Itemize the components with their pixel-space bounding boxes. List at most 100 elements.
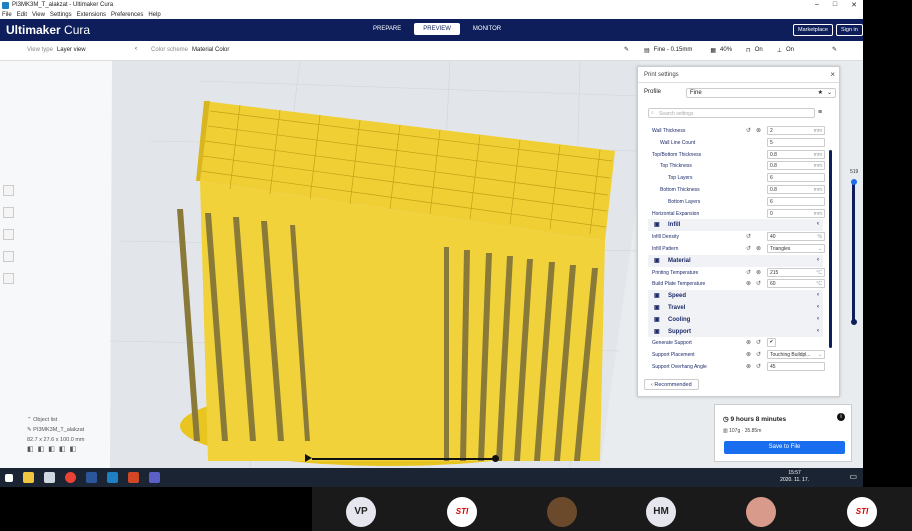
setting-value[interactable]: 0.8 mm	[767, 149, 825, 159]
object-name: ✎ PI3MK3M_T_alakzat	[27, 427, 85, 433]
reset-icon[interactable]: ↺	[756, 351, 761, 358]
teams-icon[interactable]	[149, 472, 160, 483]
object-list-toggle[interactable]: ⌃ Object list	[27, 415, 84, 425]
setting-value[interactable]: 0 mm	[767, 208, 825, 218]
maximize-button[interactable]: □	[833, 1, 837, 9]
link-icon[interactable]: ⊗	[746, 363, 751, 370]
file-explorer-icon[interactable]	[23, 472, 34, 483]
cura-taskbar-icon[interactable]	[107, 472, 118, 483]
setting-value[interactable]: 6	[767, 196, 825, 206]
category-support[interactable]: ▣ Support ‹	[648, 325, 823, 338]
view-orientation-icons[interactable]: ◧◧◧◧◧	[27, 445, 84, 455]
category-travel[interactable]: ▣ Travel ‹	[648, 301, 823, 314]
minimize-button[interactable]: –	[815, 1, 819, 9]
setting-value[interactable]: 6	[767, 173, 825, 183]
menu-file[interactable]: File	[2, 12, 12, 18]
settings-scrollbar[interactable]	[829, 150, 832, 348]
pencil-icon[interactable]: ✎	[624, 46, 629, 53]
color-scheme-label: Color scheme	[151, 47, 189, 53]
menu-view[interactable]: View	[32, 12, 45, 18]
setting-value[interactable]: 2 mm	[767, 126, 825, 135]
word-icon[interactable]	[86, 472, 97, 483]
store-icon[interactable]	[44, 472, 55, 483]
setting-value[interactable]: 5	[767, 137, 825, 147]
rotate-tool-icon[interactable]	[3, 229, 14, 240]
category-icon: ▣	[654, 304, 660, 311]
layer-slider-bottom-handle[interactable]	[851, 319, 857, 325]
setting-value[interactable]: 215 °C	[767, 267, 825, 277]
per-model-settings-icon[interactable]	[3, 273, 14, 284]
system-clock[interactable]: 15:57 2020. 11. 17.	[780, 470, 809, 484]
view-type-dropdown[interactable]: Layer view	[57, 47, 86, 53]
powerpoint-icon[interactable]	[128, 472, 139, 483]
category-infill[interactable]: ▣ Infill ‹	[648, 219, 823, 232]
notification-icon[interactable]: ▭	[849, 472, 857, 481]
search-settings-input[interactable]: ⌕ Search settings	[648, 108, 815, 118]
participant-avatar[interactable]	[547, 497, 577, 527]
menu-help[interactable]: Help	[148, 12, 160, 18]
move-tool-icon[interactable]	[3, 185, 14, 196]
setting-value[interactable]: 45	[767, 361, 825, 371]
recommended-button[interactable]: ‹ Recommended	[644, 379, 699, 390]
category-cooling[interactable]: ▣ Cooling ‹	[648, 313, 823, 326]
reset-icon[interactable]: ↺	[746, 233, 751, 240]
link-icon[interactable]: ⊗	[746, 351, 751, 358]
menu-edit[interactable]: Edit	[17, 12, 27, 18]
print-setup-summary[interactable]: ▤ Fine - 0.15mm ▦ 40% ⊓ On ⊥ On	[644, 47, 794, 54]
reset-icon[interactable]: ↺	[756, 363, 761, 370]
category-speed[interactable]: ▣ Speed ‹	[648, 290, 823, 302]
profile-label: Profile	[644, 89, 662, 95]
reset-icon[interactable]: ↺	[746, 127, 751, 134]
setting-value[interactable]: 40%	[767, 232, 825, 242]
participant-avatar[interactable]: STI	[847, 497, 877, 527]
layer-path-slider[interactable]	[312, 458, 497, 460]
participant-avatar[interactable]: STI	[447, 497, 477, 527]
reset-icon[interactable]: ↺	[756, 280, 761, 287]
layer-slider-top-handle[interactable]	[851, 179, 857, 185]
settings-menu-icon[interactable]: ≡	[818, 109, 822, 116]
link-icon[interactable]: ⊗	[756, 127, 761, 134]
scale-tool-icon[interactable]	[3, 207, 14, 218]
link-icon[interactable]: ⊗	[756, 245, 761, 252]
reset-icon[interactable]: ↺	[746, 269, 751, 276]
setting-value[interactable]: Triangles ⌄	[767, 243, 825, 253]
marketplace-button[interactable]: Marketplace	[793, 24, 833, 36]
close-icon[interactable]: ×	[830, 70, 835, 79]
layer-path-handle[interactable]	[492, 455, 499, 462]
participant-avatar[interactable]: HM	[646, 497, 676, 527]
reset-icon[interactable]: ↺	[746, 245, 751, 252]
start-icon[interactable]	[5, 473, 13, 482]
setting-checkbox[interactable]: ✔	[767, 338, 776, 348]
link-icon[interactable]: ⊗	[746, 280, 751, 287]
edit-setup-icon[interactable]: ✎	[832, 46, 837, 53]
menu-preferences[interactable]: Preferences	[111, 12, 143, 18]
category-material[interactable]: ▣ Material ‹	[648, 254, 823, 267]
setting-value[interactable]: 0.8 mm	[767, 184, 825, 194]
menu-extensions[interactable]: Extensions	[77, 12, 106, 18]
save-to-file-button[interactable]: Save to File	[724, 441, 845, 454]
color-scheme-dropdown[interactable]: Material Color	[192, 47, 229, 53]
participant-avatar[interactable]	[746, 497, 776, 527]
info-icon[interactable]: i	[837, 413, 845, 421]
layer-slider[interactable]	[852, 182, 855, 323]
play-simulation-icon[interactable]	[305, 454, 312, 462]
chevron-left-icon[interactable]: ‹	[135, 46, 137, 52]
tab-monitor[interactable]: MONITOR	[464, 23, 510, 35]
tab-preview[interactable]: PREVIEW	[414, 23, 460, 35]
menu-settings[interactable]: Settings	[50, 12, 72, 18]
mirror-tool-icon[interactable]	[3, 251, 14, 262]
profile-dropdown[interactable]: Fine ★ ⌄	[686, 88, 836, 98]
link-icon[interactable]: ⊗	[756, 269, 761, 276]
setting-value[interactable]: 0.8 mm	[767, 161, 825, 171]
participant-avatar[interactable]: VP	[346, 497, 376, 527]
setting-value[interactable]: 60 °C	[767, 279, 825, 289]
chrome-icon[interactable]	[65, 472, 76, 483]
tab-prepare[interactable]: PREPARE	[364, 23, 410, 35]
close-window-button[interactable]: ✕	[851, 1, 857, 9]
setting-value[interactable]: Touching Buildpl... ⌄	[767, 350, 825, 360]
reset-icon[interactable]: ↺	[756, 339, 761, 346]
sign-in-button[interactable]: Sign in	[836, 24, 863, 36]
star-icon[interactable]: ★	[818, 89, 823, 96]
tool-panel	[3, 185, 17, 315]
link-icon[interactable]: ⊗	[746, 339, 751, 346]
